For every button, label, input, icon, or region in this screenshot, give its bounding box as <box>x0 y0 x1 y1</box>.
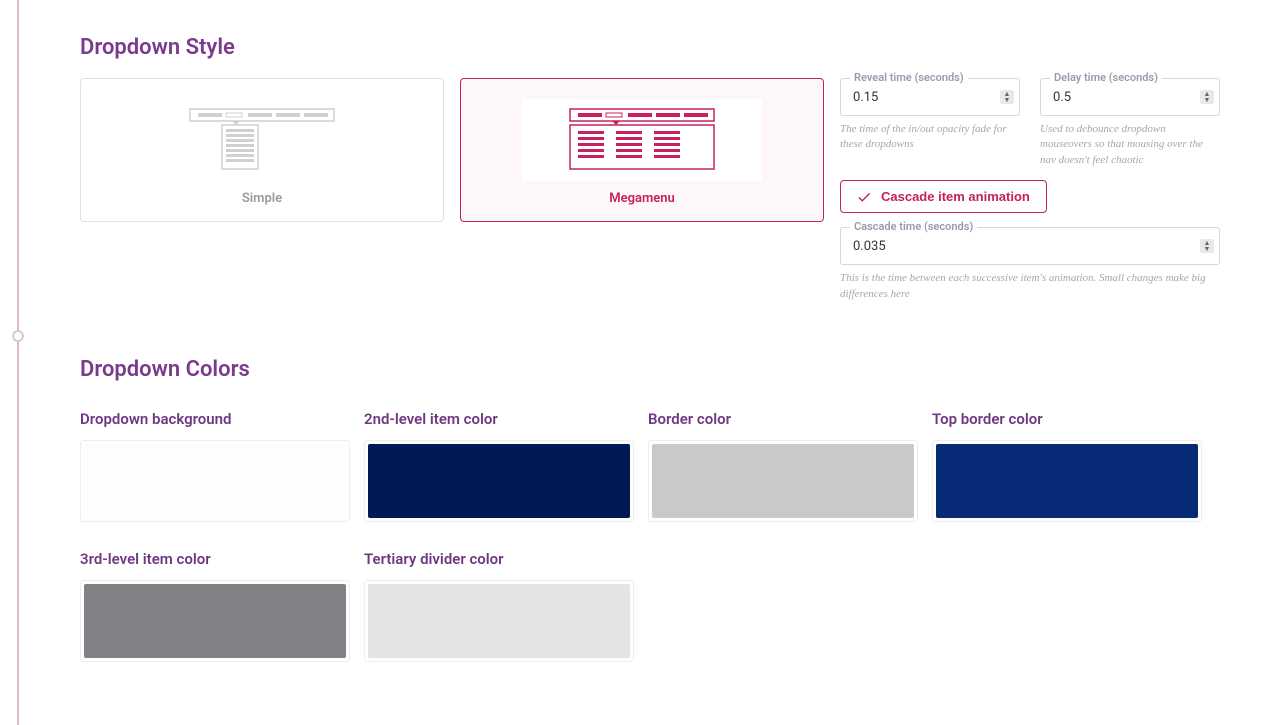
style-preview-megamenu <box>522 99 762 181</box>
style-option-simple[interactable]: Simple <box>80 78 444 222</box>
number-stepper-icon[interactable]: ▲▼ <box>1200 239 1214 253</box>
cascade-time-label: Cascade time (seconds) <box>850 220 977 233</box>
style-option-megamenu-label: Megamenu <box>609 191 675 206</box>
style-option-megamenu[interactable]: Megamenu <box>460 78 824 222</box>
timeline-rail <box>17 0 19 725</box>
color-label-3rd-level-item: 3rd-level item color <box>80 550 350 568</box>
reveal-time-label: Reveal time (seconds) <box>850 71 968 84</box>
reveal-time-help: The time of the in/out opacity fade for … <box>840 122 1020 168</box>
color-swatch-tertiary-divider[interactable] <box>364 580 634 662</box>
color-label-border: Border color <box>648 410 918 428</box>
number-stepper-icon[interactable]: ▲▼ <box>1000 90 1014 104</box>
dropdown-colors-heading: Dropdown Colors <box>80 357 1220 382</box>
color-swatch-3rd-level-item[interactable] <box>80 580 350 662</box>
delay-time-help: Used to debounce dropdown mouseovers so … <box>1040 122 1220 168</box>
color-swatch-top-border[interactable] <box>932 440 1202 522</box>
check-icon <box>857 190 871 204</box>
color-label-top-border: Top border color <box>932 410 1202 428</box>
color-label-2nd-level-item: 2nd-level item color <box>364 410 634 428</box>
color-swatch-dropdown-background[interactable] <box>80 440 350 522</box>
color-swatch-border[interactable] <box>648 440 918 522</box>
style-preview-simple <box>142 99 382 181</box>
cascade-time-help: This is the time between each successive… <box>840 271 1220 302</box>
cascade-animation-toggle-label: Cascade item animation <box>881 189 1030 204</box>
timeline-marker <box>12 330 24 342</box>
number-stepper-icon[interactable]: ▲▼ <box>1200 90 1214 104</box>
dropdown-style-heading: Dropdown Style <box>80 35 1220 60</box>
cascade-animation-toggle[interactable]: Cascade item animation <box>840 180 1047 213</box>
color-label-tertiary-divider: Tertiary divider color <box>364 550 634 568</box>
delay-time-label: Delay time (seconds) <box>1050 71 1162 84</box>
color-label-dropdown-background: Dropdown background <box>80 410 350 428</box>
style-option-simple-label: Simple <box>242 191 282 206</box>
color-swatch-2nd-level-item[interactable] <box>364 440 634 522</box>
